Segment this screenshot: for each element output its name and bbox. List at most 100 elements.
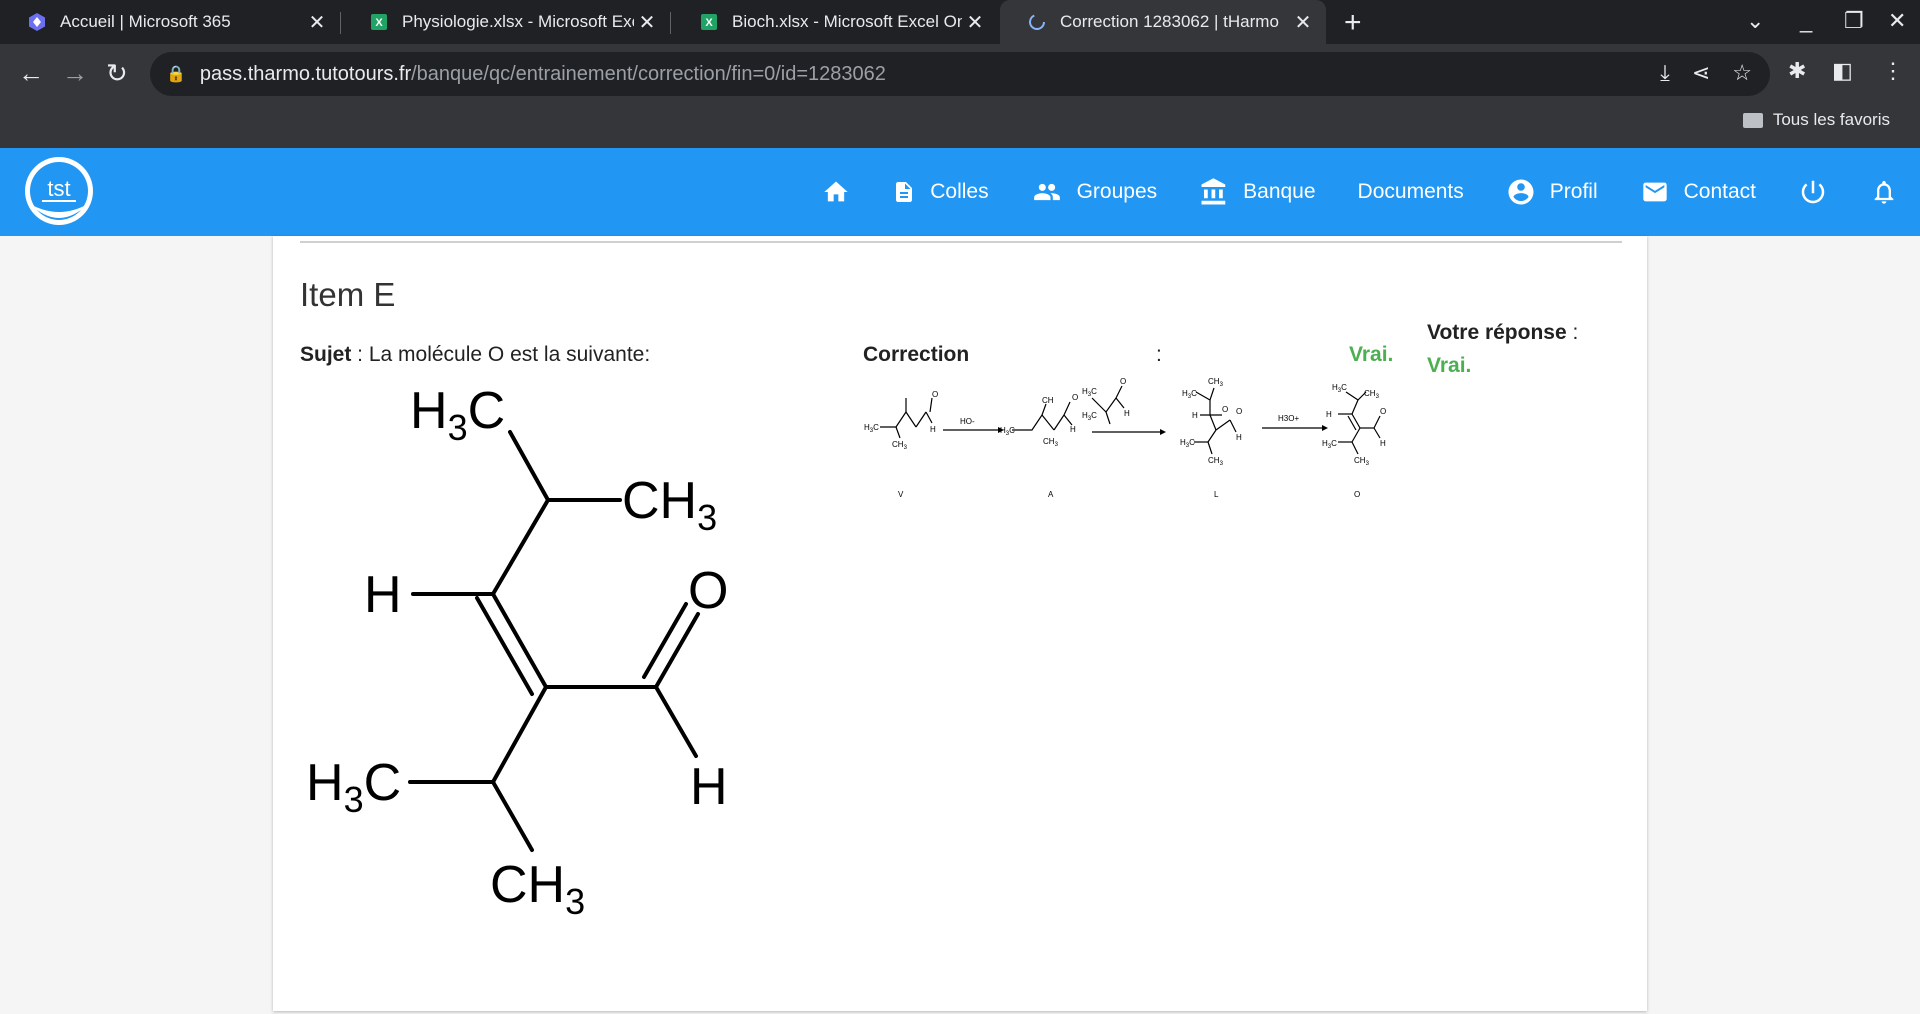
label-ch3-bottom: CH3 <box>490 856 585 922</box>
power-icon[interactable] <box>1798 177 1828 207</box>
label-a: A <box>1048 490 1054 499</box>
logo-text: tst <box>47 176 70 201</box>
nav-label: Colles <box>930 180 989 203</box>
nav-profil[interactable]: Profil <box>1506 177 1598 207</box>
divider <box>300 241 1622 243</box>
your-answer-colon: : <box>1566 321 1579 344</box>
svg-text:O: O <box>1120 377 1126 386</box>
tab-title: Accueil | Microsoft 365 <box>60 12 231 31</box>
label-h3c-bottom: H3C <box>306 754 401 820</box>
svg-text:H3C: H3C <box>1082 411 1097 422</box>
minimize-icon[interactable]: _ <box>1800 8 1812 34</box>
tab-strip: Accueil | Microsoft 365 ✕ X Physiologie.… <box>0 0 1920 44</box>
star-icon[interactable]: ☆ <box>1732 60 1752 86</box>
svg-text:H: H <box>1326 410 1332 419</box>
label-h-left: H <box>364 566 402 624</box>
molecule-o-image: H3C CH3 H O H3C H CH3 <box>300 372 760 932</box>
svg-text:H3C: H3C <box>1082 387 1097 398</box>
new-tab-button[interactable]: + <box>1344 6 1362 40</box>
nav-label: Contact <box>1683 180 1756 203</box>
reagent-ho: HO- <box>960 417 975 426</box>
your-answer-title: Votre réponse <box>1427 321 1567 344</box>
label-o: O <box>688 562 728 620</box>
label-o-small: O <box>1354 490 1360 499</box>
site-logo[interactable]: tst <box>20 154 98 228</box>
svg-text:H: H <box>1236 433 1242 442</box>
people-icon <box>1033 183 1060 201</box>
side-panel-icon[interactable]: ◧ <box>1832 58 1853 84</box>
sujet-text: : La molécule O est la suivante: <box>351 343 651 366</box>
close-tab-icon[interactable]: ✕ <box>1290 10 1316 35</box>
svg-text:CH: CH <box>1042 396 1054 405</box>
bookmarks-label: Tous les favoris <box>1772 110 1890 129</box>
svg-text:CH3: CH3 <box>1208 377 1224 388</box>
nav-colles[interactable]: Colles <box>892 178 989 206</box>
svg-text:X: X <box>705 17 713 29</box>
reagent-h3o: H3O+ <box>1278 414 1299 423</box>
browser-chrome: Accueil | Microsoft 365 ✕ X Physiologie.… <box>0 0 1920 148</box>
menu-icon[interactable]: ⋮ <box>1882 58 1904 84</box>
nav-contact[interactable]: Contact <box>1640 178 1756 206</box>
correction-colon: : <box>1156 343 1162 366</box>
tab-title: Physiologie.xlsx - Microsoft Excel Onlin… <box>402 12 634 31</box>
home-icon[interactable] <box>822 178 850 206</box>
site-header: tst Colles Groupes Banque Documents Prof… <box>0 148 1920 236</box>
folder-icon <box>1742 112 1763 128</box>
tab-correction[interactable]: Correction 1283062 | tHarmo ✕ <box>1000 0 1326 44</box>
main-nav: Colles Groupes Banque Documents Profil C… <box>822 148 1920 236</box>
nav-label: Documents <box>1357 180 1464 203</box>
svg-text:CH3: CH3 <box>892 440 908 451</box>
svg-text:H: H <box>1070 425 1076 434</box>
extensions-icon[interactable]: ✱ <box>1788 58 1806 84</box>
svg-text:H3C: H3C <box>1332 383 1347 394</box>
nav-banque[interactable]: Banque <box>1199 177 1316 207</box>
svg-text:X: X <box>375 17 383 29</box>
account-icon <box>1508 179 1534 205</box>
address-bar[interactable]: 🔒 pass.tharmo.tutotours.fr/banque/qc/ent… <box>150 52 1770 96</box>
close-tab-icon[interactable]: ✕ <box>634 10 660 35</box>
svg-text:H3C: H3C <box>1180 438 1195 449</box>
sujet-label: Sujet <box>300 343 352 366</box>
molecule-labels: H3C CH3 H O H3C H CH3 <box>306 382 728 922</box>
bell-icon[interactable] <box>1870 177 1898 207</box>
install-icon[interactable]: ⤓ <box>1660 60 1670 86</box>
close-tab-icon[interactable]: ✕ <box>962 10 988 35</box>
nav-label: Groupes <box>1076 180 1158 203</box>
tab-title: Bioch.xlsx - Microsoft Excel Online <box>732 12 962 31</box>
all-bookmarks[interactable]: Tous les favoris <box>1742 110 1890 130</box>
correction-label: Correction <box>863 343 970 366</box>
svg-text:O: O <box>1072 393 1078 402</box>
forward-icon[interactable]: → <box>62 58 88 89</box>
nav-label: Banque <box>1243 180 1316 203</box>
svg-text:O: O <box>1380 407 1386 416</box>
svg-text:H: H <box>1192 411 1198 420</box>
tab-separator <box>670 12 671 34</box>
svg-text:O: O <box>932 390 938 399</box>
nav-groupes[interactable]: Groupes <box>1031 178 1158 206</box>
tab-search-icon[interactable]: ⌄ <box>1746 8 1764 34</box>
lock-icon: 🔒 <box>166 66 186 83</box>
url-text[interactable]: pass.tharmo.tutotours.fr/banque/qc/entra… <box>200 63 886 86</box>
svg-text:H3C: H3C <box>864 423 879 434</box>
svg-text:H3C: H3C <box>1000 426 1015 437</box>
share-icon[interactable]: ⋖ <box>1692 60 1710 86</box>
back-icon[interactable]: ← <box>18 58 44 89</box>
close-tab-icon[interactable]: ✕ <box>304 10 330 35</box>
svg-text:H: H <box>930 425 936 434</box>
label-h3c-top: H3C <box>410 382 505 448</box>
excel-icon: X <box>698 11 720 33</box>
restore-icon[interactable]: ❐ <box>1844 8 1864 34</box>
reload-icon[interactable]: ↻ <box>106 58 128 89</box>
label-h-bottom: H <box>690 758 728 816</box>
close-window-icon[interactable]: ✕ <box>1888 8 1906 34</box>
tab-physiologie[interactable]: X Physiologie.xlsx - Microsoft Excel Onl… <box>342 0 670 44</box>
your-answer-label: Votre réponse : <box>1427 321 1578 345</box>
loading-icon <box>1026 11 1048 33</box>
tab-microsoft365[interactable]: Accueil | Microsoft 365 ✕ <box>0 0 340 44</box>
nav-documents[interactable]: Documents <box>1358 180 1464 204</box>
label-v: V <box>898 490 904 499</box>
document-icon <box>896 182 913 202</box>
correction-value: Vrai. <box>1349 343 1394 366</box>
tab-separator <box>340 12 341 34</box>
tab-bioch[interactable]: X Bioch.xlsx - Microsoft Excel Online ✕ <box>672 0 998 44</box>
